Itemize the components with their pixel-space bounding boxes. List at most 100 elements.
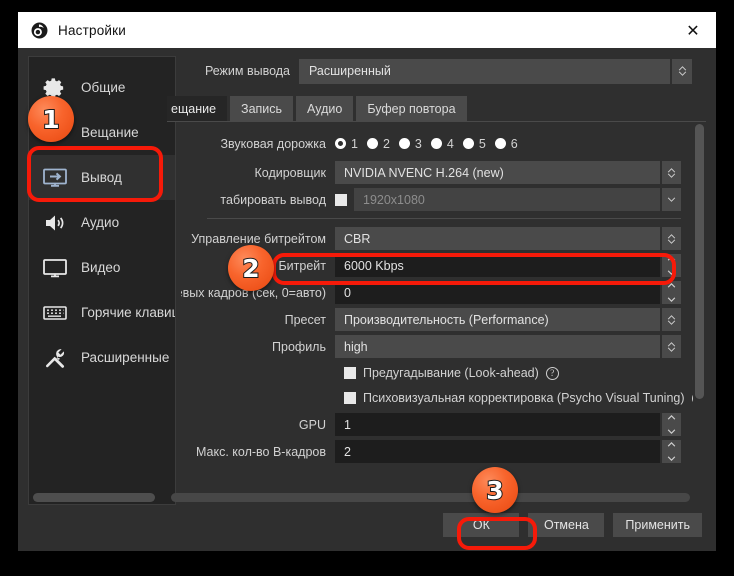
settings-scroll-pane: Звуковая дорожка 1 2 3 4 5 6 Кодировщик … — [181, 122, 706, 489]
annotation-badge-3: 3 — [472, 467, 518, 513]
rescale-output-label: табировать вывод — [220, 192, 326, 207]
radio-label: 2 — [382, 136, 390, 151]
title-bar: Настройки ✕ — [18, 12, 716, 48]
max-b-frames-stepper[interactable] — [662, 440, 681, 463]
settings-form: Звуковая дорожка 1 2 3 4 5 6 Кодировщик … — [181, 122, 705, 489]
annotation-badge-1: 1 — [28, 96, 74, 142]
tab-strip: ещание Запись Аудио Буфер повтора — [167, 96, 706, 122]
radio-icon — [430, 138, 442, 149]
psycho-visual-row: Психовизуальная корректировка (Psycho Vi… — [181, 387, 705, 409]
rescale-output-checkbox[interactable] — [335, 193, 347, 206]
sidebar-item-advanced[interactable]: Расширенные — [29, 335, 175, 380]
chevron-down-icon — [667, 172, 676, 178]
obs-logo-icon — [31, 22, 48, 38]
output-mode-label: Режим вывода — [204, 64, 290, 78]
window-body: Общие Вещание Вывод Аудио Видео Горячие … — [18, 48, 716, 505]
preset-select[interactable]: Производительность (Performance) — [335, 308, 660, 331]
psycho-visual-label: Психовизуальная корректировка (Psycho Vi… — [363, 391, 685, 405]
output-mode-select[interactable]: Расширенный — [299, 58, 670, 84]
preset-stepper[interactable] — [662, 308, 681, 331]
encoder-row: Кодировщик NVIDIA NVENC H.264 (new) — [181, 161, 693, 184]
ok-button[interactable]: ОК — [443, 513, 520, 537]
chevron-down-icon — [667, 270, 676, 275]
rate-control-select[interactable]: CBR — [335, 227, 660, 250]
tab-audio[interactable]: Аудио — [296, 96, 354, 121]
audio-track-option-2[interactable]: 2 — [366, 136, 390, 151]
close-icon[interactable]: ✕ — [670, 12, 716, 48]
content-horizontal-scrollbar[interactable] — [171, 489, 706, 505]
tools-icon — [39, 343, 71, 373]
sidebar-item-hotkeys[interactable]: Горячие клавиши — [29, 290, 175, 335]
profile-select[interactable]: high — [335, 335, 660, 358]
audio-track-label: Звуковая дорожка — [220, 136, 327, 151]
sidebar-item-label: Горячие клавиши — [81, 305, 175, 320]
dialog-footer: ОК Отмена Применить — [18, 505, 716, 551]
annotation-badge-2: 2 — [228, 245, 274, 291]
radio-label: 3 — [414, 136, 422, 151]
apply-button[interactable]: Применить — [613, 513, 702, 537]
output-monitor-icon — [39, 163, 71, 193]
tab-replay-buffer[interactable]: Буфер повтора — [356, 96, 467, 121]
sidebar-item-video[interactable]: Видео — [29, 245, 175, 290]
look-ahead-checkbox[interactable] — [344, 367, 356, 379]
chevron-down-icon — [667, 197, 676, 202]
sidebar-item-output[interactable]: Вывод — [29, 155, 175, 200]
radio-label: 1 — [351, 136, 358, 151]
sidebar-item-label: Аудио — [81, 215, 120, 230]
audio-track-option-1[interactable]: 1 — [335, 137, 358, 151]
settings-window: Настройки ✕ Общие Вещание Вывод Аудио Ви… — [18, 12, 716, 551]
audio-track-option-5[interactable]: 5 — [462, 136, 486, 151]
output-mode-stepper[interactable] — [672, 58, 692, 84]
gpu-row: GPU 1 — [181, 413, 693, 436]
window-title: Настройки — [58, 22, 126, 38]
encoder-select[interactable]: NVIDIA NVENC H.264 (new) — [335, 161, 660, 184]
gpu-input[interactable]: 1 — [335, 413, 660, 436]
radio-label: 6 — [510, 136, 518, 151]
radio-label: 5 — [478, 136, 486, 151]
audio-track-row: Звуковая дорожка 1 2 3 4 5 6 — [181, 132, 693, 155]
keyframe-interval-stepper[interactable] — [662, 281, 681, 304]
audio-track-option-4[interactable]: 4 — [430, 136, 454, 151]
tab-recording[interactable]: Запись — [230, 96, 294, 121]
bitrate-input[interactable]: 6000 Kbps — [335, 254, 660, 277]
chevron-down-icon — [667, 238, 676, 244]
chevron-down-icon — [667, 297, 676, 302]
keyframe-interval-input[interactable]: 0 — [335, 281, 660, 304]
look-ahead-row: Предугадывание (Look-ahead) ? — [181, 362, 693, 384]
chevron-down-icon — [667, 456, 676, 461]
rate-control-stepper[interactable] — [662, 227, 681, 250]
help-icon[interactable]: ? — [545, 366, 559, 380]
radio-icon — [398, 138, 410, 149]
max-b-frames-label: Макс. кол-во B-кадров — [195, 444, 326, 459]
audio-track-option-3[interactable]: 3 — [398, 136, 422, 151]
sidebar-item-audio[interactable]: Аудио — [29, 200, 175, 245]
vertical-scrollbar[interactable] — [693, 122, 706, 489]
look-ahead-label: Предугадывание (Look-ahead) — [363, 366, 539, 380]
radio-label: 4 — [446, 136, 454, 151]
bitrate-stepper[interactable] — [662, 254, 681, 277]
cancel-button[interactable]: Отмена — [528, 513, 605, 537]
gpu-stepper[interactable] — [662, 413, 681, 436]
rescale-output-row: табировать вывод 1920x1080 — [181, 188, 693, 211]
audio-track-option-6[interactable]: 6 — [494, 136, 518, 151]
sidebar-horizontal-scrollbar[interactable] — [29, 490, 175, 504]
rescale-output-value[interactable]: 1920x1080 — [354, 188, 660, 211]
sidebar-item-label: Расширенные — [81, 350, 170, 365]
psycho-visual-checkbox[interactable] — [344, 392, 356, 404]
form-divider — [207, 218, 681, 219]
scrollbar-thumb[interactable] — [695, 124, 704, 399]
profile-stepper[interactable] — [662, 335, 681, 358]
encoder-label: Кодировщик — [254, 165, 326, 180]
encoder-stepper[interactable] — [662, 161, 681, 184]
scrollbar-thumb[interactable] — [33, 492, 155, 502]
rescale-output-dropdown[interactable] — [662, 188, 681, 211]
scrollbar-thumb[interactable] — [171, 492, 690, 502]
sidebar-item-label: Видео — [81, 260, 121, 275]
radio-selected-icon — [335, 138, 346, 149]
max-b-frames-input[interactable]: 2 — [335, 440, 660, 463]
max-b-frames-row: Макс. кол-во B-кадров 2 — [181, 440, 693, 463]
monitor-icon — [39, 253, 71, 283]
profile-label: Профиль — [272, 339, 326, 354]
sidebar-item-label: Вывод — [81, 170, 122, 185]
tab-broadcast[interactable]: ещание — [167, 96, 228, 121]
